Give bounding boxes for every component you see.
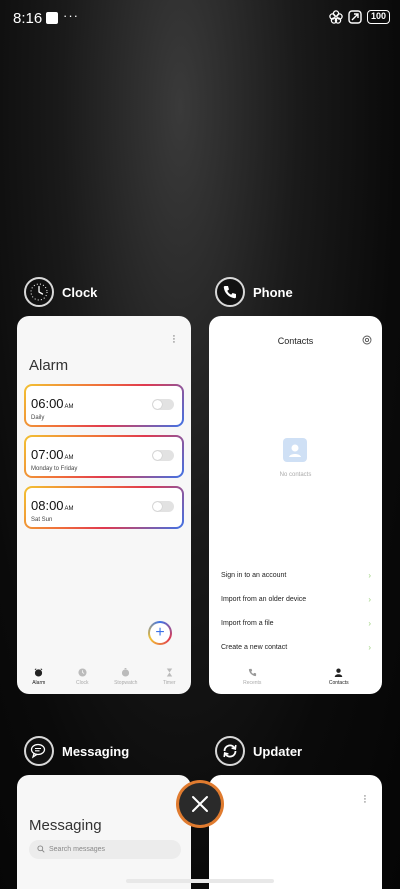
messaging-app-name: Messaging <box>62 743 130 759</box>
plus-icon: + <box>150 623 170 643</box>
clock-app-icon[interactable] <box>24 277 54 307</box>
clock-tab-bar: Alarm Clock Stopwatch Timer <box>17 664 191 694</box>
updater-app-name: Updater <box>253 743 303 759</box>
clock-app-name: Clock <box>62 284 98 300</box>
messaging-app-icon[interactable] <box>24 736 54 766</box>
chevron-right-icon: › <box>368 595 371 604</box>
alarm-time: 08:00AM <box>31 498 74 513</box>
tab-clock[interactable]: Clock <box>61 664 105 694</box>
tab-recents[interactable]: Recents <box>209 664 296 694</box>
person-icon <box>334 668 343 677</box>
phone-app-icon[interactable] <box>215 277 245 307</box>
phone-app-name: Phone <box>253 284 293 300</box>
status-bar: 8:16 ··· 100 <box>0 0 400 36</box>
updater-more-icon: · · · <box>363 790 367 808</box>
tab-stopwatch[interactable]: Stopwatch <box>104 664 148 694</box>
clock-app-header[interactable]: Clock <box>24 277 97 307</box>
more-notifications-icon: ··· <box>63 8 79 23</box>
phone-recent-card[interactable]: Contacts No contacts Sign in to an accou… <box>209 316 382 694</box>
alarm-screen-title: Alarm <box>29 357 69 374</box>
alarm-toggle[interactable] <box>152 501 174 512</box>
alarm-item[interactable]: 07:00AM Monday to Friday <box>24 435 184 478</box>
updater-recent-card[interactable]: · · · <box>209 775 382 889</box>
chevron-right-icon: › <box>368 571 371 580</box>
alarm-time: 06:00AM <box>31 396 74 411</box>
messaging-app-header[interactable]: Messaging <box>24 736 129 766</box>
alarm-item[interactable]: 06:00AM Daily <box>24 384 184 427</box>
sign-in-account-option[interactable]: Sign in to an account › <box>221 571 371 580</box>
import-from-file-option[interactable]: Import from a file › <box>221 619 371 628</box>
close-all-button[interactable] <box>176 780 224 828</box>
phone-handset-icon <box>248 668 256 677</box>
tab-timer[interactable]: Timer <box>148 664 192 694</box>
tab-alarm[interactable]: Alarm <box>17 664 61 694</box>
alarm-item[interactable]: 08:00AM Sat Sun <box>24 486 184 529</box>
status-time: 8:16 <box>13 10 43 27</box>
hourglass-icon <box>166 668 172 677</box>
status-icons: 100 <box>329 10 390 24</box>
phone-app-header[interactable]: Phone <box>215 277 293 307</box>
chevron-right-icon: › <box>368 643 371 652</box>
alarm-time: 07:00AM <box>31 447 74 462</box>
alarm-repeat: Monday to Friday <box>31 466 78 472</box>
alarm-icon <box>34 668 43 677</box>
alarm-toggle[interactable] <box>152 399 174 410</box>
alarm-repeat: Daily <box>31 415 45 421</box>
updater-app-header[interactable]: Updater <box>215 736 302 766</box>
notification-square-icon <box>46 12 58 24</box>
empty-contacts-text: No contacts <box>279 472 312 478</box>
alarm-repeat: Sat Sun <box>31 517 53 523</box>
contacts-screen-title: Contacts <box>277 336 314 346</box>
empty-contacts-icon <box>283 438 307 462</box>
clock-icon <box>78 668 87 677</box>
flower-icon <box>329 10 343 24</box>
clock-recent-card[interactable]: · · · Alarm 06:00AM Daily 07:00AM Monday t… <box>17 316 191 694</box>
add-alarm-button[interactable]: + <box>148 621 172 645</box>
alarm-toggle[interactable] <box>152 450 174 461</box>
chevron-right-icon: › <box>368 619 371 628</box>
settings-icon <box>362 335 372 345</box>
messaging-recent-card[interactable]: Messaging Search messages <box>17 775 191 889</box>
updater-app-icon[interactable] <box>215 736 245 766</box>
clock-more-icon: · · · <box>172 330 176 348</box>
battery-indicator: 100 <box>366 10 390 24</box>
home-indicator[interactable] <box>126 879 274 883</box>
phone-tab-bar: Recents Contacts <box>209 664 382 694</box>
close-icon <box>192 796 208 812</box>
import-older-device-option[interactable]: Import from an older device › <box>221 595 371 604</box>
tab-contacts[interactable]: Contacts <box>296 664 383 694</box>
search-icon <box>37 845 45 853</box>
messaging-screen-title: Messaging <box>29 817 102 834</box>
search-messages-field: Search messages <box>29 840 181 859</box>
data-saver-icon <box>348 10 362 24</box>
stopwatch-icon <box>122 668 130 677</box>
create-new-contact-option[interactable]: Create a new contact › <box>221 643 371 652</box>
